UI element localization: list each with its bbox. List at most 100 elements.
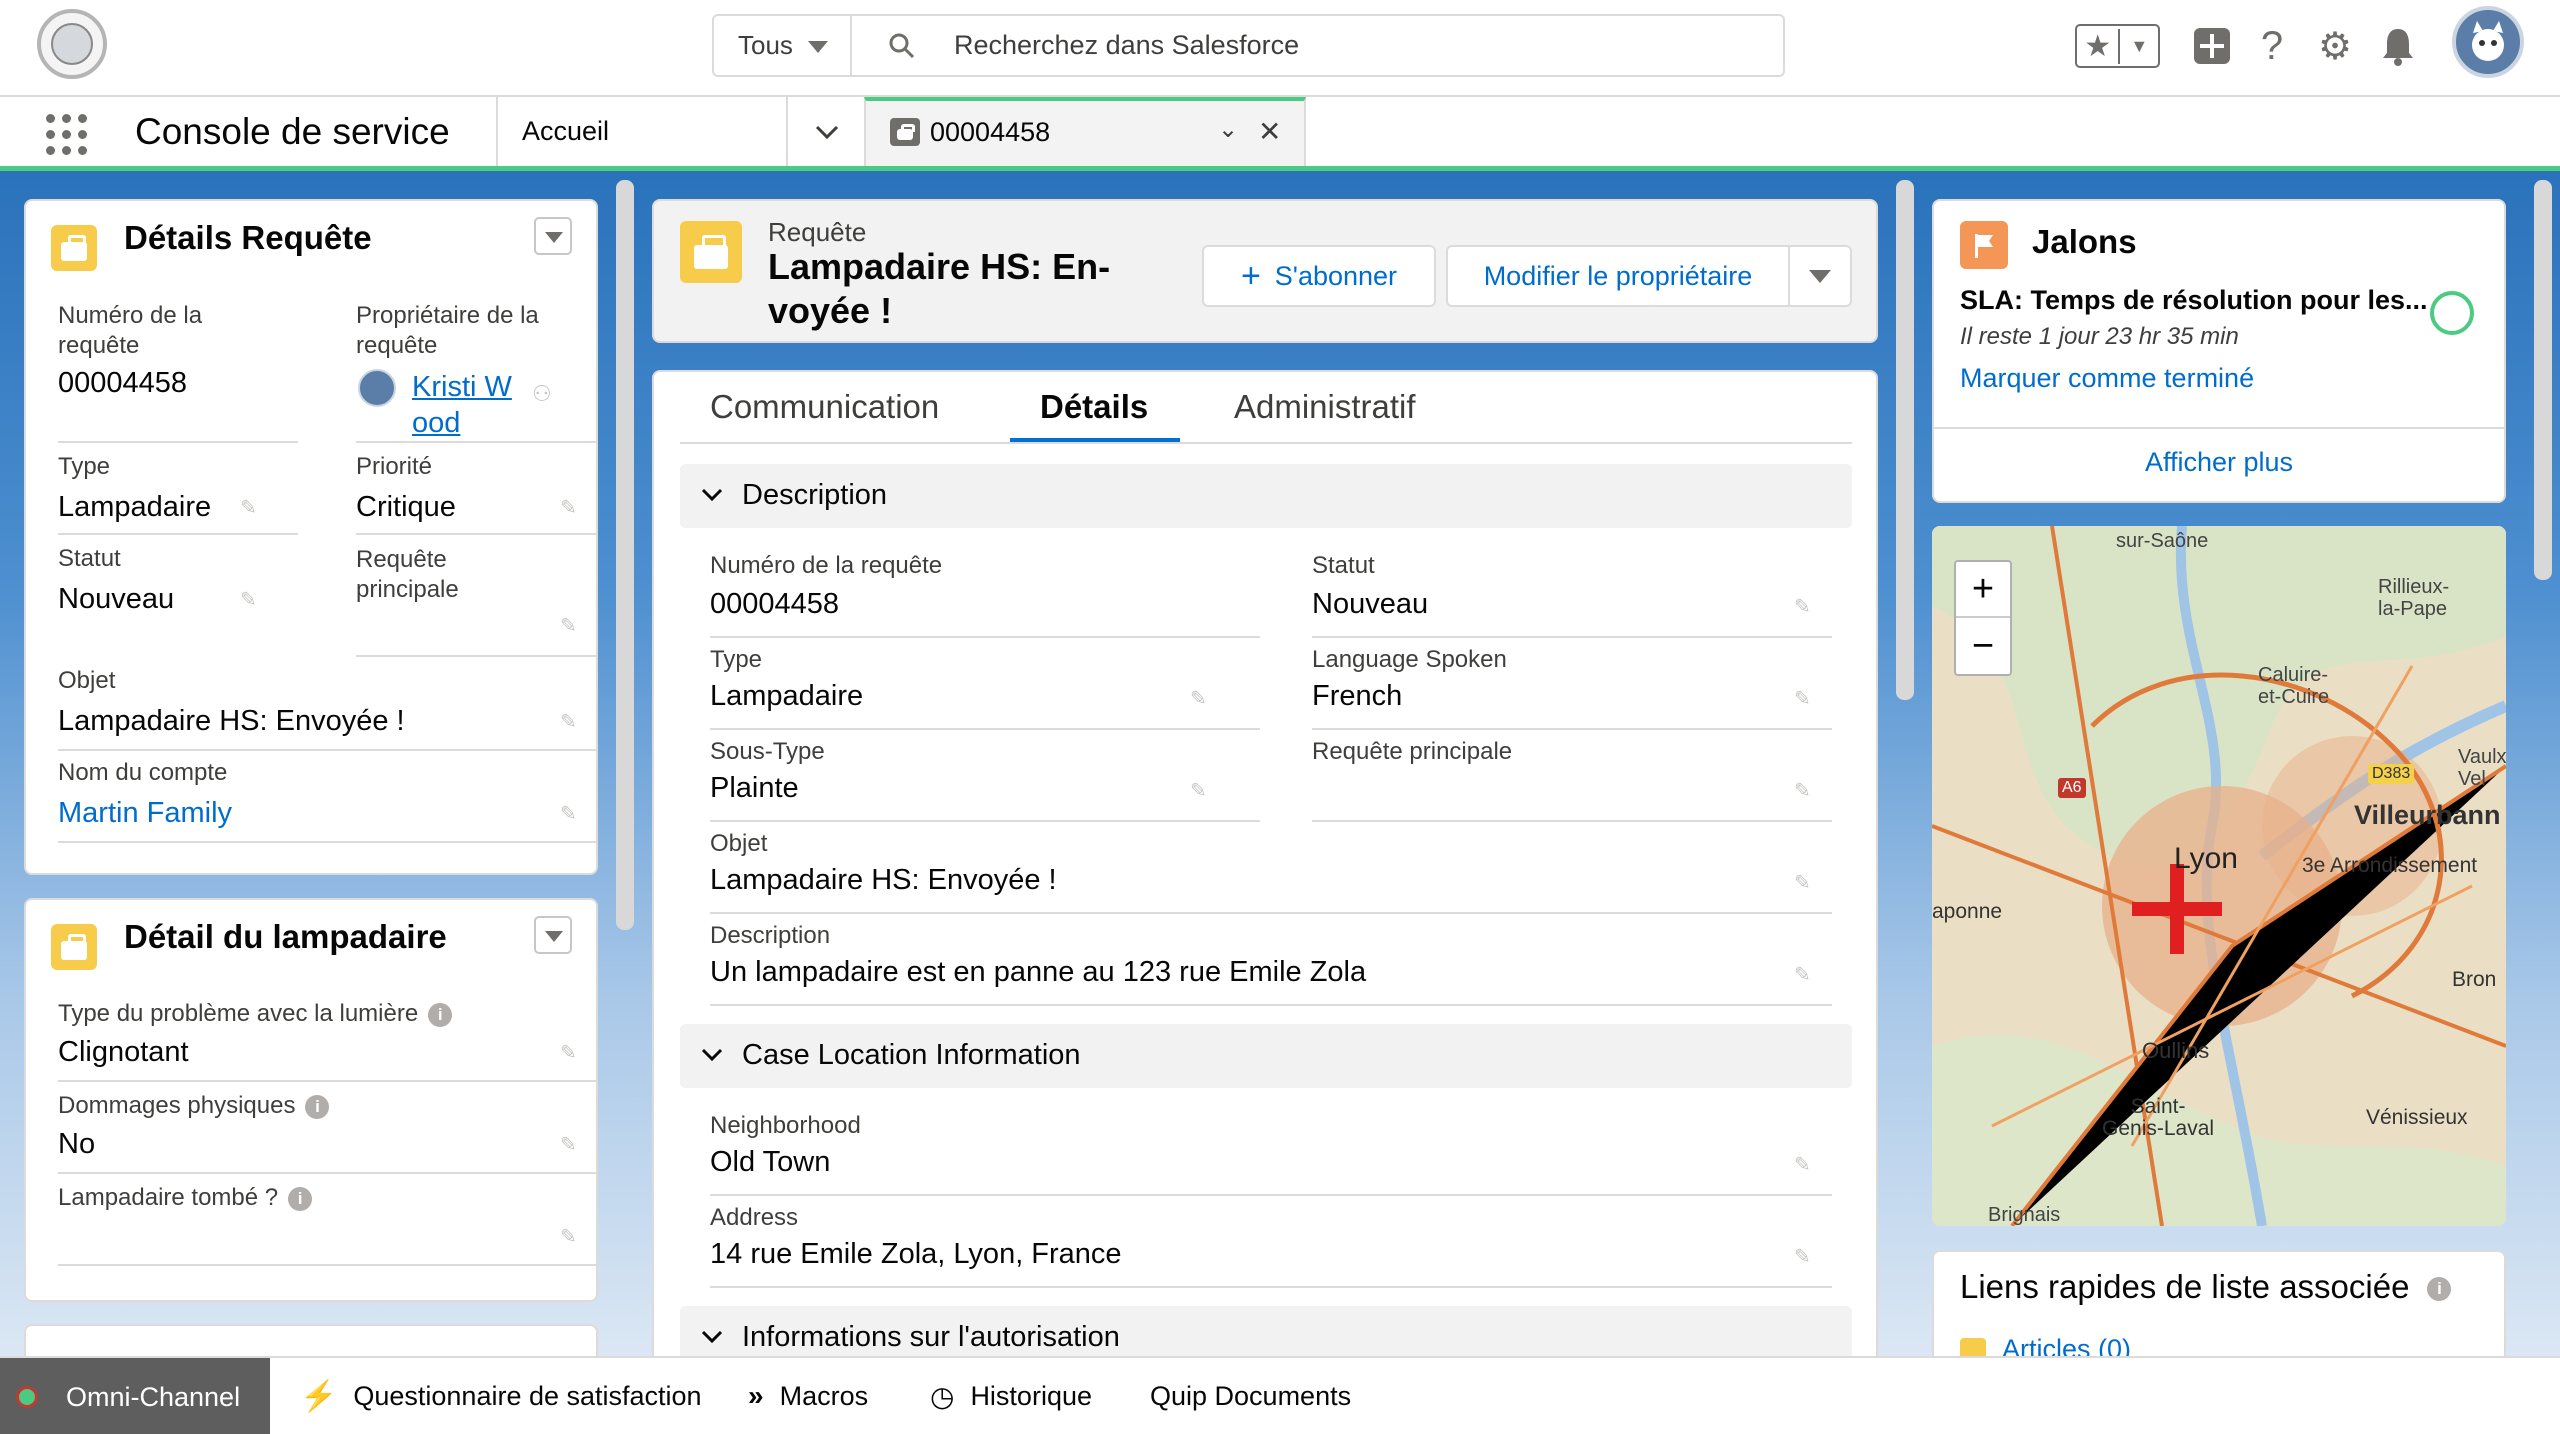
utility-macros[interactable]: » Macros: [748, 1358, 868, 1434]
status-value: Nouveau: [1312, 588, 1429, 620]
info-icon: i: [2427, 1277, 2452, 1302]
star-icon: ★: [2077, 28, 2121, 64]
utility-survey[interactable]: ⚡ Questionnaire de satisfaction: [300, 1358, 702, 1434]
zoom-out-button[interactable]: −: [1956, 618, 2010, 674]
edit-pencil-icon[interactable]: ✎: [560, 801, 577, 826]
field-label: Description: [710, 922, 831, 949]
description-value: Un lampadaire est en panne au 123 rue Em…: [710, 956, 1367, 988]
left-scrollbar[interactable]: [616, 180, 634, 930]
app-launcher-icon[interactable]: [46, 114, 88, 156]
edit-pencil-icon[interactable]: ✎: [560, 1040, 577, 1065]
favorites-button[interactable]: ★ ▼: [2075, 24, 2160, 68]
change-owner-button[interactable]: Modifier le propriétaire: [1446, 245, 1790, 307]
owner-avatar: [358, 369, 396, 407]
plus-box-icon: [2194, 28, 2230, 64]
user-avatar[interactable]: [2452, 6, 2524, 78]
milestone-status-ring: [2430, 291, 2474, 335]
right-scrollbar[interactable]: [2534, 180, 2552, 580]
edit-pencil-icon[interactable]: ✎: [1794, 686, 1811, 711]
section-location-header[interactable]: Case Location Information: [680, 1024, 1852, 1088]
streetlight-details-card: Détail du lampadaire Type du problème av…: [24, 898, 598, 1302]
info-icon: i: [288, 1186, 313, 1211]
chevron-down-icon: [808, 41, 828, 53]
chevron-down-icon[interactable]: [786, 97, 866, 166]
edit-pencil-icon[interactable]: ✎: [1794, 778, 1811, 803]
edit-pencil-icon[interactable]: ✎: [240, 587, 257, 612]
edit-pencil-icon[interactable]: ✎: [240, 495, 257, 520]
map-road-badge: D383: [2368, 764, 2415, 784]
zoom-in-button[interactable]: +: [1956, 562, 2010, 618]
case-record-panel: Communication Détails Administratif Desc…: [652, 370, 1878, 1370]
omni-channel-button[interactable]: Omni-Channel: [0, 1358, 270, 1434]
neighborhood-value: Old Town: [710, 1146, 831, 1178]
chevron-down-icon: ▼: [2130, 35, 2149, 56]
change-owner-icon[interactable]: ⚇: [532, 381, 552, 407]
org-logo[interactable]: [37, 9, 107, 79]
case-details-card: Détails Requête Numéro de la requête 000…: [24, 199, 598, 875]
edit-pencil-icon[interactable]: ✎: [560, 495, 577, 520]
edit-pencil-icon[interactable]: ✎: [1190, 778, 1207, 803]
card-title: Détail du lampadaire: [124, 918, 447, 955]
tab-case-00004458[interactable]: 00004458 ⌄ ✕: [864, 97, 1306, 166]
search-input[interactable]: Recherchez dans Salesforce: [854, 16, 1774, 75]
card-title: Détails Requête: [124, 219, 372, 256]
language-value: French: [1312, 680, 1403, 712]
edit-pencil-icon[interactable]: ✎: [560, 1132, 577, 1157]
field-label: Sous-Type: [710, 738, 825, 765]
priority-value: Critique: [356, 491, 456, 523]
edit-pencil-icon[interactable]: ✎: [1794, 594, 1811, 619]
app-navigation-bar: Console de service Accueil 00004458 ⌄ ✕: [0, 97, 2560, 171]
section-description-header[interactable]: Description: [680, 464, 1852, 528]
field-label: Propriétaire de la requête: [356, 302, 539, 359]
subtype-value: Plainte: [710, 772, 799, 804]
tab-details[interactable]: Détails: [1040, 388, 1148, 426]
show-more-link[interactable]: Afficher plus: [1934, 447, 2504, 478]
utility-history[interactable]: ◷ Historique: [930, 1358, 1092, 1434]
edit-pencil-icon[interactable]: ✎: [1794, 962, 1811, 987]
global-header: Tous Recherchez dans Salesforce ★ ▼ ? ⚙: [0, 0, 2560, 97]
macros-icon: »: [748, 1380, 764, 1411]
field-label: Lampadaire tombé ? i: [58, 1184, 313, 1212]
field-label: Objet: [710, 830, 768, 857]
subject-value: Lampadaire HS: Envoyée !: [58, 705, 405, 737]
account-link[interactable]: Martin Family: [58, 797, 232, 830]
location-map[interactable]: sur-Saône Rillieux- la-Pape Caluire- et-…: [1932, 526, 2506, 1226]
utility-quip[interactable]: Quip Documents: [1150, 1358, 1351, 1434]
subscribe-button[interactable]: + S'abonner: [1202, 245, 1436, 307]
card-menu-button[interactable]: [534, 217, 572, 255]
center-scrollbar[interactable]: [1896, 180, 1914, 700]
chevron-down-icon[interactable]: ⌄: [1218, 115, 1238, 144]
field-label: Objet: [58, 667, 116, 694]
info-icon: i: [305, 1094, 330, 1119]
tab-case-label: 00004458: [930, 117, 1051, 147]
edit-pencil-icon[interactable]: ✎: [560, 613, 577, 638]
edit-pencil-icon[interactable]: ✎: [1794, 1244, 1811, 1269]
case-icon: [51, 225, 97, 271]
edit-pencil-icon[interactable]: ✎: [560, 709, 577, 734]
global-actions-button[interactable]: [2190, 24, 2234, 68]
card-menu-button[interactable]: [534, 916, 572, 954]
case-number-value: 00004458: [58, 367, 188, 399]
map-label: aponne: [1932, 900, 2003, 923]
field-label: Address: [710, 1204, 799, 1231]
edit-pencil-icon[interactable]: ✎: [1794, 870, 1811, 895]
field-label: Type: [710, 646, 763, 673]
search-scope-dropdown[interactable]: Tous: [714, 16, 852, 75]
gear-icon[interactable]: ⚙: [2313, 24, 2357, 68]
close-icon[interactable]: ✕: [1258, 115, 1281, 148]
type-value: Lampadaire: [58, 491, 212, 523]
app-name: Console de service: [135, 111, 450, 152]
help-icon[interactable]: ?: [2250, 24, 2294, 68]
more-actions-button[interactable]: [1788, 245, 1852, 307]
tab-administratif[interactable]: Administratif: [1234, 388, 1416, 426]
edit-pencil-icon[interactable]: ✎: [1190, 686, 1207, 711]
owner-link[interactable]: Kristi W ood: [412, 369, 512, 441]
edit-pencil-icon[interactable]: ✎: [560, 1224, 577, 1249]
bell-icon[interactable]: [2376, 24, 2420, 68]
map-zoom-control: + −: [1954, 560, 2012, 676]
tab-communication[interactable]: Communication: [710, 388, 939, 426]
map-label: Caluire- et-Cuire: [2258, 664, 2330, 708]
case-icon: [890, 118, 920, 146]
edit-pencil-icon[interactable]: ✎: [1794, 1152, 1811, 1177]
mark-complete-link[interactable]: Marquer comme terminé: [1960, 363, 2254, 394]
